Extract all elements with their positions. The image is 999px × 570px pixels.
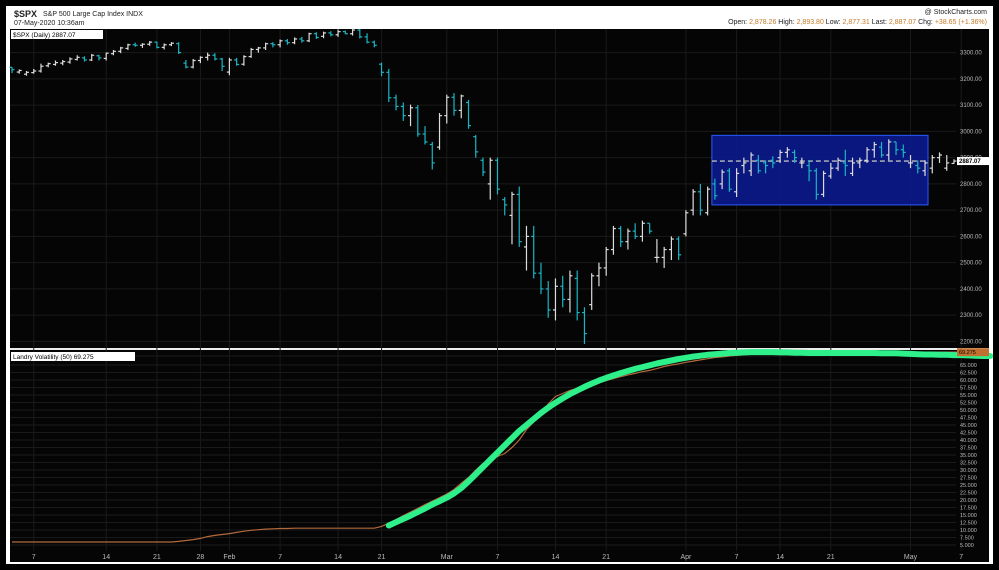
chart-svg: 7 14 21 28 Feb 7 14 21 Mar 7 14 21 Apr 7 14 21 May 7 3300.… bbox=[9, 28, 993, 562]
last-price-tag-label: 2887.07 bbox=[959, 159, 981, 165]
x-tick-label: 28 bbox=[197, 554, 205, 561]
price-tick-label: 3200.00 bbox=[960, 77, 982, 83]
vol-last-tag-label: 69.275 bbox=[959, 350, 976, 356]
vol-tick-label: 27.500 bbox=[960, 476, 977, 482]
vol-tick-label: 62.500 bbox=[960, 371, 977, 377]
x-tick-label: 7 bbox=[278, 554, 282, 561]
x-tick-label: 14 bbox=[552, 554, 560, 561]
vol-tick-label: 40.000 bbox=[960, 438, 977, 444]
vol-tick-label: 10.000 bbox=[960, 528, 977, 534]
x-tick-label: 14 bbox=[776, 554, 784, 561]
x-tick-label: 7 bbox=[735, 554, 739, 561]
price-tick-label: 3300.00 bbox=[960, 51, 982, 57]
vol-tick-label: 45.000 bbox=[960, 423, 977, 429]
x-tick-label: Apr bbox=[680, 554, 692, 561]
price-tick-label: 2300.00 bbox=[960, 313, 982, 319]
vol-tick-label: 35.000 bbox=[960, 453, 977, 459]
vol-tick-label: 57.500 bbox=[960, 386, 977, 392]
vol-tick-label: 47.500 bbox=[960, 416, 977, 422]
vol-tick-label: 30.000 bbox=[960, 468, 977, 474]
x-tick-label: 21 bbox=[602, 554, 610, 561]
vol-tick-label: 25.000 bbox=[960, 483, 977, 489]
vol-tick-label: 12.500 bbox=[960, 521, 977, 527]
price-tick-label: 2500.00 bbox=[960, 261, 982, 267]
vol-tick-label: 32.500 bbox=[960, 461, 977, 467]
vol-tick-label: 55.000 bbox=[960, 393, 977, 399]
x-tick-label: 14 bbox=[334, 554, 342, 561]
price-tick-label: 2800.00 bbox=[960, 182, 982, 188]
x-tick-label: 7 bbox=[496, 554, 500, 561]
x-tick-label: 14 bbox=[102, 554, 110, 561]
vol-tick-label: 7.500 bbox=[960, 536, 974, 542]
x-tick-label: 7 bbox=[32, 554, 36, 561]
price-tick-label: 3000.00 bbox=[960, 129, 982, 135]
vol-tick-label: 42.500 bbox=[960, 431, 977, 437]
vol-tick-label: 17.500 bbox=[960, 506, 977, 512]
vol-tick-label: 52.500 bbox=[960, 401, 977, 407]
vol-tick-label: 50.000 bbox=[960, 408, 977, 414]
x-tick-label: Mar bbox=[441, 554, 454, 561]
x-tick-label: 21 bbox=[153, 554, 161, 561]
vol-tick-label: 60.000 bbox=[960, 378, 977, 384]
price-tick-label: 2200.00 bbox=[960, 339, 982, 345]
volatility-panel-title: Landry Volatility (50) 69.275 bbox=[13, 354, 94, 361]
vol-tick-label: 15.000 bbox=[960, 513, 977, 519]
vol-tick-label: 22.500 bbox=[960, 491, 977, 497]
price-panel-title: $SPX (Daily) 2887.07 bbox=[13, 32, 76, 39]
x-tick-label: Feb bbox=[223, 554, 235, 561]
price-tick-label: 2600.00 bbox=[960, 234, 982, 240]
vol-tick-label: 20.000 bbox=[960, 498, 977, 504]
vol-tick-label: 37.500 bbox=[960, 446, 977, 452]
price-tick-label: 3100.00 bbox=[960, 103, 982, 109]
x-tick-label: 21 bbox=[378, 554, 386, 561]
vol-tick-label: 5.000 bbox=[960, 543, 974, 549]
x-tick-label: 7 bbox=[959, 554, 963, 561]
price-tick-label: 2400.00 bbox=[960, 287, 982, 293]
price-tick-label: 2700.00 bbox=[960, 208, 982, 214]
x-tick-label: 21 bbox=[827, 554, 835, 561]
x-tick-label: May bbox=[904, 554, 918, 561]
chart-frame: $SPX S&P 500 Large Cap Index INDX 07-May… bbox=[6, 6, 993, 564]
vol-tick-label: 65.000 bbox=[960, 363, 977, 369]
